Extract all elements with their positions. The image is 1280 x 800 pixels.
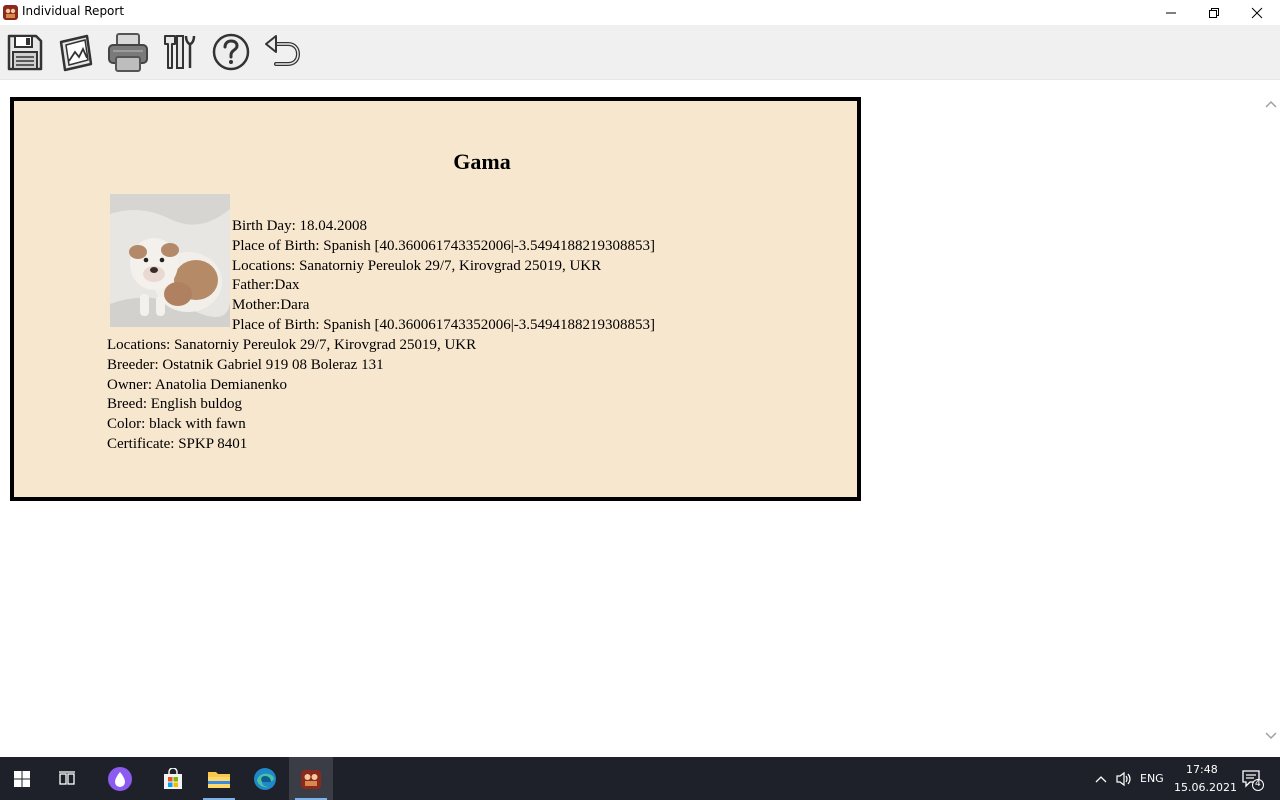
color-text: Color: black with fawn	[107, 416, 246, 433]
back-button[interactable]	[260, 29, 304, 75]
alice-button[interactable]	[98, 757, 142, 800]
picture-icon	[59, 34, 93, 72]
speaker-icon	[1116, 771, 1131, 786]
save-button[interactable]	[3, 29, 47, 75]
report-app-icon	[301, 769, 321, 789]
report-app-taskbar-button[interactable]	[289, 757, 333, 800]
minimize-button[interactable]	[1149, 0, 1193, 25]
father-text: Father:Dax	[232, 277, 300, 294]
birth-day-text: Birth Day: 18.04.2008	[232, 218, 367, 234]
notifications-button[interactable]: 4	[1232, 757, 1272, 800]
dog-name-heading: Gama	[453, 149, 511, 174]
tools-icon	[164, 35, 196, 69]
restore-button[interactable]	[1192, 0, 1236, 25]
owner-text: Owner: Anatolia Demianenko	[107, 376, 287, 393]
start-button[interactable]	[0, 757, 44, 800]
clock-date[interactable]: 15.06.2021	[1174, 781, 1237, 794]
info-lines-below: Locations: Sanatorniy Pereulok 29/7, Kir…	[107, 336, 476, 455]
tray-overflow-button[interactable]	[1090, 757, 1112, 800]
question-icon	[212, 33, 250, 71]
locations-text: Locations: Sanatorniy Pereulok 29/7, Kir…	[107, 337, 477, 353]
locations-text: Locations: Sanatorniy Pereulok 29/7, Kir…	[232, 257, 602, 274]
alice-icon	[108, 766, 132, 791]
edge-icon	[254, 767, 276, 790]
clock-time[interactable]: 17:48	[1186, 763, 1218, 776]
file-explorer-icon	[208, 771, 230, 788]
print-button[interactable]	[106, 29, 150, 75]
close-icon	[1251, 7, 1263, 18]
store-button[interactable]	[151, 757, 195, 800]
breeder-text: Breeder: Ostatnik Gabriel 919 08 Boleraz…	[107, 356, 384, 373]
chevron-up-icon	[1095, 775, 1107, 782]
edge-button[interactable]	[243, 757, 287, 800]
report-card: Gama Birth Day: 18.04.2008 Place of Birt…	[10, 97, 861, 501]
scroll-up-icon[interactable]	[1265, 98, 1277, 110]
place-of-birth-text: Place of Birth: Spanish [40.360061743352…	[232, 316, 655, 333]
task-view-icon	[59, 770, 75, 785]
minimize-icon	[1166, 12, 1176, 13]
place-of-birth-text: Place of Birth: Spanish [40.360061743352…	[232, 237, 655, 254]
toolbar	[0, 25, 1280, 80]
help-button[interactable]	[209, 29, 253, 75]
breed-text: Breed: English buldog	[107, 396, 242, 413]
undo-arrow-icon	[265, 35, 301, 66]
file-explorer-button[interactable]	[197, 757, 241, 800]
store-icon	[164, 767, 182, 789]
volume-button[interactable]	[1112, 757, 1136, 800]
scroll-down-icon[interactable]	[1265, 728, 1277, 740]
language-indicator[interactable]: ENG	[1140, 772, 1164, 785]
restore-icon	[1209, 7, 1219, 18]
app-icon	[2, 3, 19, 21]
taskbar: ENG 17:48 15.06.2021 4	[0, 757, 1280, 800]
printer-icon	[108, 33, 148, 72]
dog-photo	[110, 194, 230, 327]
report-viewport: Gama Birth Day: 18.04.2008 Place of Birt…	[0, 80, 1262, 757]
floppy-disk-icon	[7, 34, 43, 71]
settings-button[interactable]	[158, 29, 202, 75]
vertical-scrollbar[interactable]	[1262, 80, 1280, 757]
picture-button[interactable]	[54, 29, 98, 75]
task-view-button[interactable]	[45, 757, 89, 800]
title-bar: Individual Report	[0, 0, 1280, 25]
start-icon	[14, 770, 30, 787]
window-title: Individual Report	[22, 4, 125, 18]
certificate-text: Certificate: SPKP 8401	[107, 435, 248, 452]
close-button[interactable]	[1235, 0, 1279, 25]
info-lines-beside-photo: Birth Day: 18.04.2008 Place of Birth: Sp…	[232, 217, 655, 336]
notification-count: 4	[1255, 779, 1261, 789]
mother-text: Mother:Dara	[232, 297, 310, 314]
